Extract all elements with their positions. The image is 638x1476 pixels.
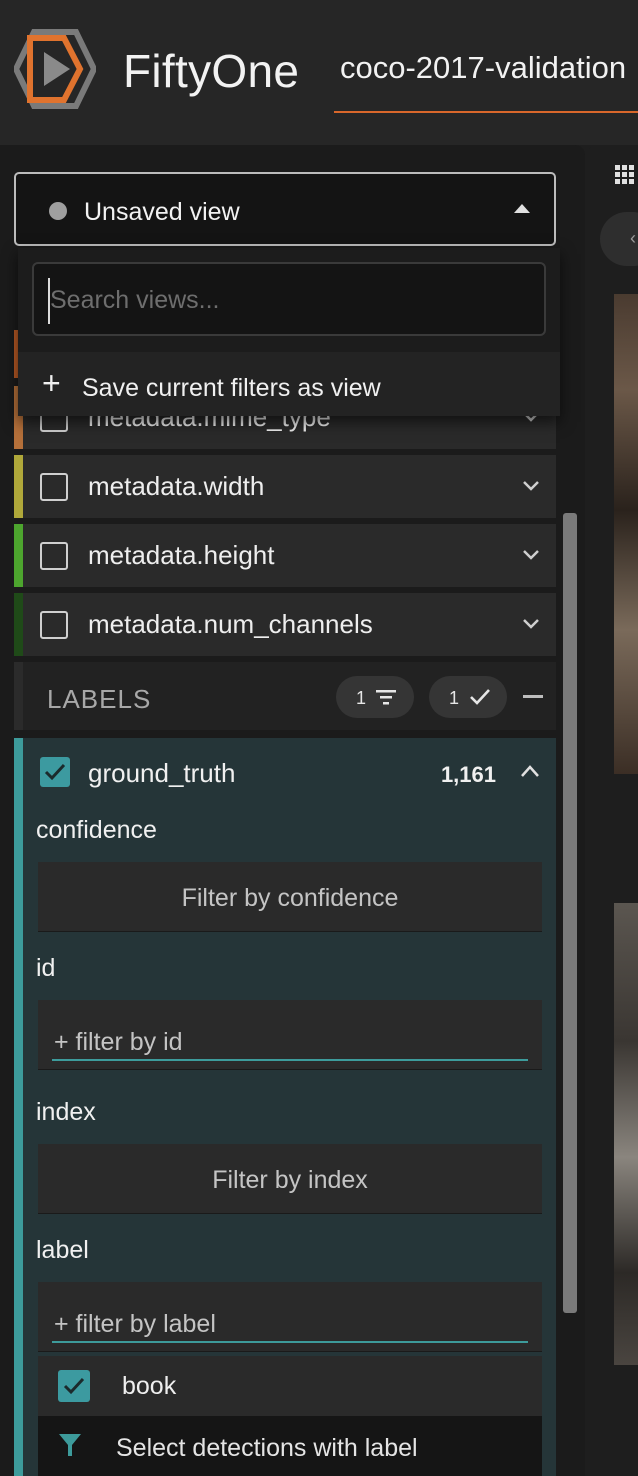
label-value-checkbox[interactable]: [58, 1370, 90, 1402]
view-status-dot: [49, 202, 67, 220]
check-icon: [470, 689, 490, 705]
visible-count-badge[interactable]: 1: [429, 676, 507, 718]
filtered-count: 1: [356, 688, 367, 708]
grid-view-icon[interactable]: [615, 165, 635, 185]
field-row-height[interactable]: metadata.height: [14, 524, 556, 587]
input-underline: [52, 1341, 528, 1343]
field-color-stripe: [14, 524, 23, 587]
current-view-label: Unsaved view: [84, 198, 240, 226]
confidence-range-filter[interactable]: Filter by confidence: [38, 862, 542, 932]
views-dropdown: + Save current filters as view: [18, 248, 560, 416]
attribute-label-label: label: [36, 1236, 89, 1264]
caret-up-icon[interactable]: [514, 204, 530, 213]
chevron-down-icon[interactable]: [522, 546, 540, 564]
labels-section-title: LABELS: [47, 684, 152, 714]
select-detections-option[interactable]: Select detections with label: [38, 1416, 542, 1476]
field-color-stripe: [14, 455, 23, 518]
field-row-num-channels[interactable]: metadata.num_channels: [14, 593, 556, 656]
search-views-box[interactable]: [32, 262, 546, 336]
chevron-down-icon[interactable]: [522, 477, 540, 495]
field-name: metadata.height: [88, 540, 275, 570]
sidebar-scrollbar[interactable]: [563, 513, 577, 1313]
field-name: metadata.width: [88, 471, 265, 501]
save-view-label: Save current filters as view: [82, 374, 381, 402]
attribute-label-confidence: confidence: [36, 816, 157, 844]
attribute-label-id: id: [36, 954, 56, 982]
field-name: metadata.num_channels: [88, 609, 373, 639]
label-value-row[interactable]: book: [38, 1356, 542, 1416]
visible-count: 1: [449, 688, 460, 708]
filter-lines-icon: [376, 690, 396, 705]
field-checkbox[interactable]: [40, 542, 68, 570]
sample-thumbnail[interactable]: [614, 294, 638, 774]
field-color-stripe: [14, 593, 23, 656]
save-view-option[interactable]: + Save current filters as view: [18, 352, 560, 416]
ground-truth-count: 1,161: [440, 762, 496, 787]
confidence-filter-placeholder: Filter by confidence: [181, 884, 399, 912]
dataset-selector-underline: [334, 111, 638, 113]
ground-truth-field-name: ground_truth: [88, 758, 236, 788]
filtered-count-badge[interactable]: 1: [336, 676, 414, 718]
check-icon: [63, 1377, 85, 1395]
field-checkbox[interactable]: [40, 473, 68, 501]
ground-truth-field-panel: ground_truth 1,161 confidence Filter by …: [14, 738, 556, 1476]
label-value-text: book: [122, 1372, 177, 1400]
search-views-input[interactable]: [50, 276, 530, 324]
input-underline: [52, 1059, 528, 1061]
label-filter-placeholder: + filter by label: [54, 1310, 216, 1338]
app-header: FiftyOne coco-2017-validation: [0, 0, 638, 145]
id-filter-input[interactable]: + filter by id: [38, 1000, 542, 1070]
plus-icon: +: [42, 365, 61, 401]
field-checkbox[interactable]: [40, 611, 68, 639]
view-selector-button[interactable]: Unsaved view: [14, 172, 556, 246]
chevron-up-icon[interactable]: [520, 762, 540, 780]
sample-thumbnail[interactable]: [614, 903, 638, 1365]
index-filter-placeholder: Filter by index: [212, 1166, 368, 1194]
field-row-width[interactable]: metadata.width: [14, 455, 556, 518]
index-range-filter[interactable]: Filter by index: [38, 1144, 542, 1214]
dataset-selector[interactable]: coco-2017-validation: [334, 50, 638, 114]
ground-truth-checkbox[interactable]: [40, 757, 70, 787]
labels-section-header[interactable]: LABELS 1 1: [14, 662, 556, 730]
collapse-section-icon[interactable]: [523, 695, 543, 698]
id-filter-placeholder: + filter by id: [54, 1028, 183, 1056]
select-detections-label: Select detections with label: [116, 1434, 418, 1462]
chevron-left-icon[interactable]: ‹: [630, 228, 636, 249]
label-filter-input[interactable]: + filter by label: [38, 1282, 542, 1352]
attribute-label-index: index: [36, 1098, 96, 1126]
filter-funnel-icon: [59, 1434, 81, 1456]
field-color-stripe: [14, 738, 23, 1476]
brand-title: FiftyOne: [123, 45, 300, 97]
check-icon: [44, 763, 66, 781]
fiftyone-logo-icon[interactable]: [14, 28, 96, 110]
chevron-down-icon[interactable]: [522, 615, 540, 633]
